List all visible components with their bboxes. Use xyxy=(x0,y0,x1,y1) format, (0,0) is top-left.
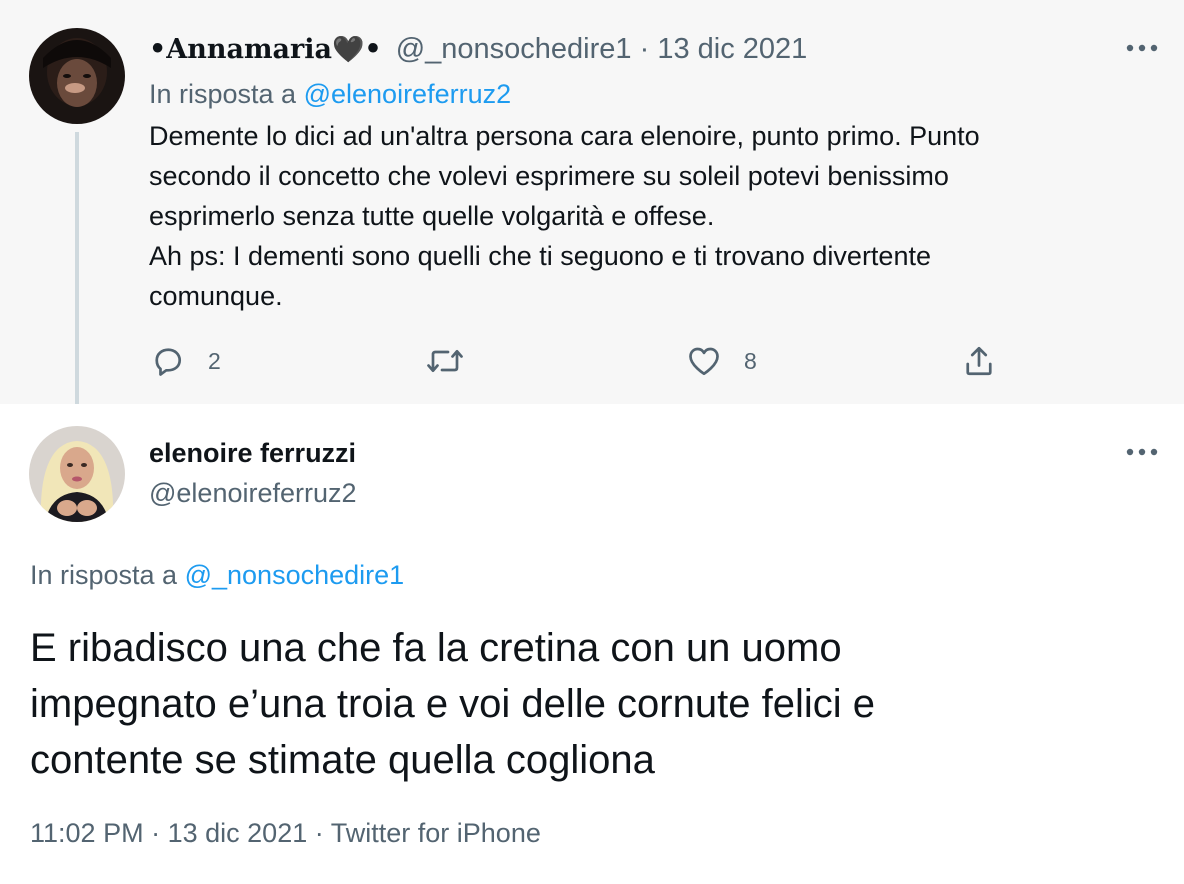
display-name-suffix: • xyxy=(364,34,382,65)
retweet-icon xyxy=(427,349,463,373)
black-heart-emoji: 🖤 xyxy=(332,34,365,64)
display-name[interactable]: elenoire ferruzzi xyxy=(149,438,356,469)
retweet-button[interactable] xyxy=(425,343,487,379)
text-line: secondo il concetto che volevi esprimere… xyxy=(149,161,949,191)
share-button[interactable] xyxy=(961,343,997,379)
like-icon xyxy=(689,347,719,376)
more-icon xyxy=(1126,448,1158,456)
reply-count: 2 xyxy=(208,347,221,374)
reply-icon xyxy=(155,348,182,376)
mention-link[interactable]: @elenoireferruz2 xyxy=(304,79,512,109)
tweet-date[interactable]: 13 dic 2021 xyxy=(168,818,308,848)
in-reply-to: In risposta a @elenoireferruz2 xyxy=(149,79,511,110)
text-line: E ribadisco una che fa la cretina con un… xyxy=(30,626,842,670)
in-reply-prefix: In risposta a xyxy=(149,79,297,109)
thread-line-middle xyxy=(75,132,79,404)
separator: · xyxy=(639,33,650,65)
reply-tweet[interactable]: •Annamaria🖤• @_nonsochedire1 · 13 dic 20… xyxy=(0,0,1184,404)
text-line: contente se stimate quella cogliona xyxy=(30,738,655,782)
mention-link[interactable]: @_nonsochedire1 xyxy=(185,560,405,590)
in-reply-to: In risposta a @_nonsochedire1 xyxy=(30,560,404,591)
reply-button[interactable]: 2 xyxy=(150,343,221,379)
tweet-source[interactable]: Twitter for iPhone xyxy=(331,818,541,848)
tweet-time[interactable]: 11:02 PM xyxy=(30,818,144,848)
handle[interactable]: @_nonsochedire1 xyxy=(396,33,632,65)
more-options-button[interactable] xyxy=(1120,437,1164,467)
tweet-date[interactable]: 13 dic 2021 xyxy=(657,33,807,65)
more-options-button[interactable] xyxy=(1120,33,1164,63)
more-icon xyxy=(1126,44,1158,52)
text-line: Ah ps: I dementi sono quelli che ti segu… xyxy=(149,241,931,271)
avatar[interactable] xyxy=(29,28,125,124)
main-tweet-text: E ribadisco una che fa la cretina con un… xyxy=(30,620,875,788)
display-name[interactable]: •Annamaria xyxy=(149,34,332,65)
separator: · xyxy=(151,818,161,848)
in-reply-prefix: In risposta a xyxy=(30,560,178,590)
like-count: 8 xyxy=(744,347,757,374)
share-icon xyxy=(966,346,992,376)
avatar[interactable] xyxy=(29,426,125,522)
text-line: Demente lo dici ad un'altra persona cara… xyxy=(149,121,980,151)
like-button[interactable]: 8 xyxy=(686,343,757,379)
reply-tweet-text: Demente lo dici ad un'altra persona cara… xyxy=(149,116,980,316)
handle[interactable]: @elenoireferruz2 xyxy=(149,478,357,509)
reply-tweet-header: •Annamaria🖤• @_nonsochedire1 · 13 dic 20… xyxy=(149,33,807,66)
text-line: impegnato e’una troia e voi delle cornut… xyxy=(30,682,875,726)
text-line: esprimerlo senza tutte quelle volgarità … xyxy=(149,201,715,231)
tweet-metadata: 11:02 PM · 13 dic 2021 · Twitter for iPh… xyxy=(30,818,541,849)
separator: · xyxy=(314,818,324,848)
text-line: comunque. xyxy=(149,281,283,311)
